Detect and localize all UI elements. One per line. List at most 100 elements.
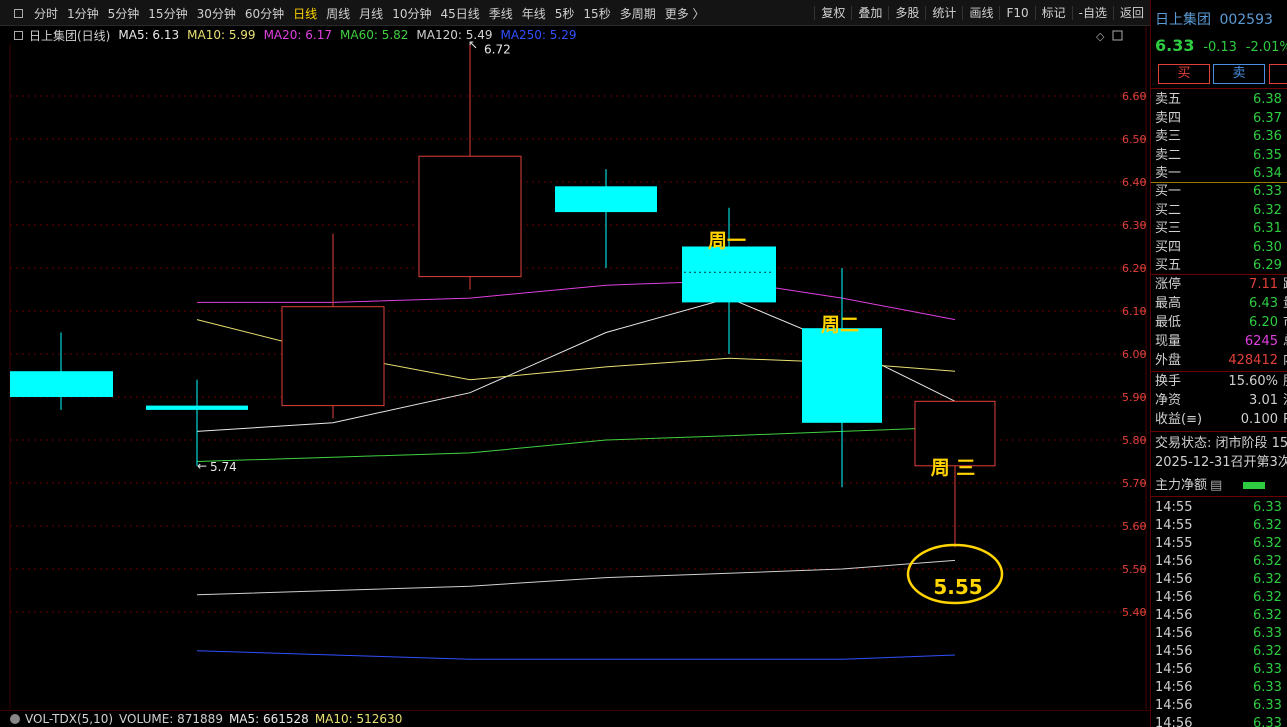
candle[interactable] — [555, 169, 657, 268]
stat-extra-label: 流 — [1283, 392, 1287, 410]
tick-time: 14:56 — [1155, 608, 1193, 623]
period-tab[interactable]: 多周期 — [620, 5, 656, 22]
period-tab[interactable]: 1分钟 — [67, 5, 99, 22]
ask-row[interactable]: 卖三 6.36 — [1155, 128, 1285, 146]
bid-label: 买四 — [1155, 239, 1182, 255]
candle[interactable] — [802, 268, 882, 488]
period-tab[interactable]: 季线 — [489, 5, 513, 22]
buy-button[interactable]: 买 — [1158, 64, 1210, 84]
stat-extra-label: 量 — [1283, 295, 1287, 313]
period-tab[interactable]: 月线 — [359, 5, 383, 22]
y-tick-label: 5.80 — [1122, 434, 1147, 447]
y-tick-label: 5.40 — [1122, 606, 1147, 619]
divider — [1151, 88, 1287, 89]
candle[interactable] — [146, 379, 248, 466]
ask-label: 卖二 — [1155, 147, 1182, 163]
ma-label: MA20: 6.17 — [263, 28, 332, 42]
tick-row: 14:56 6.32 — [1155, 643, 1285, 661]
period-tab[interactable]: 15分钟 — [148, 5, 187, 22]
tool-button[interactable]: 标记 — [1034, 6, 1072, 20]
bid-row[interactable]: 买一 6.33 — [1155, 183, 1285, 201]
stat-label: 外盘 — [1155, 353, 1182, 368]
tool-button[interactable]: 统计 — [925, 6, 962, 20]
period-tab[interactable]: 10分钟 — [392, 5, 431, 22]
candle-body — [802, 328, 882, 423]
y-tick-label: 6.40 — [1122, 176, 1147, 189]
period-tab[interactable]: 15秒 — [583, 5, 610, 22]
main-flow-label: 主力净额 — [1155, 478, 1208, 493]
kline-chart[interactable]: ◇6.606.506.406.306.206.106.005.905.805.7… — [0, 26, 1150, 710]
bid-price: 6.32 — [1253, 202, 1282, 218]
stat-extra-label: 股 — [1283, 373, 1287, 391]
period-tab[interactable]: 30分钟 — [197, 5, 236, 22]
maximize-icon[interactable] — [1112, 30, 1123, 41]
price-change: -0.13 — [1203, 40, 1237, 55]
y-tick-label: 6.30 — [1122, 219, 1147, 232]
bid-price: 6.33 — [1253, 184, 1282, 199]
bid-row[interactable]: 买五 6.29 — [1155, 257, 1285, 275]
volume-indicator-name[interactable]: VOL-TDX(5,10) — [25, 712, 113, 726]
stat-extra-label: 内 — [1283, 352, 1287, 370]
period-tab[interactable]: 日线 — [293, 5, 317, 22]
stat-row: 最高 6.43 量 — [1155, 295, 1287, 313]
divider — [1151, 274, 1287, 275]
tick-time: 14:55 — [1155, 536, 1193, 551]
period-tab[interactable]: 5秒 — [555, 5, 575, 22]
sell-button[interactable]: 卖 — [1213, 64, 1265, 84]
stat-value: 15.60% — [1228, 374, 1278, 389]
tick-price: 6.33 — [1253, 500, 1282, 515]
menu-icon[interactable]: ▤ — [1210, 478, 1222, 493]
tick-time: 14:56 — [1155, 680, 1193, 695]
ma-label: MA10: 5.99 — [187, 28, 256, 42]
ask-row[interactable]: 卖四 6.37 — [1155, 110, 1285, 128]
ask-row[interactable]: 卖二 6.35 — [1155, 147, 1285, 165]
tick-price: 6.32 — [1253, 590, 1282, 605]
indicator-menu-icon[interactable] — [10, 714, 20, 724]
period-tab[interactable]: 年线 — [522, 5, 546, 22]
period-tab[interactable]: 更多 〉 — [665, 5, 705, 22]
main-flow-row[interactable]: 主力净额 ▤ — [1155, 477, 1285, 495]
period-tab[interactable]: 60分钟 — [245, 5, 284, 22]
tick-row: 14:55 6.32 — [1155, 535, 1285, 553]
tool-button[interactable]: 复权 — [814, 6, 851, 20]
stat-label: 涨停 — [1155, 277, 1182, 292]
tick-row: 14:56 6.33 — [1155, 625, 1285, 643]
ask-row[interactable]: 卖一 6.34 — [1155, 165, 1285, 183]
last-price: 6.33 — [1155, 36, 1195, 55]
ask-row[interactable]: 卖五 6.38 — [1155, 91, 1285, 109]
bid-row[interactable]: 买三 6.31 — [1155, 220, 1285, 238]
candle[interactable] — [10, 332, 113, 410]
ask-label: 卖一 — [1155, 166, 1182, 181]
candle[interactable] — [418, 44, 522, 290]
period-tab[interactable]: 45日线 — [440, 5, 479, 22]
circle-price-label: 5.55 — [933, 575, 982, 599]
tool-button[interactable]: 返回 — [1112, 6, 1150, 20]
chart-menu-icon[interactable] — [14, 30, 23, 40]
period-tab[interactable]: 分时 — [34, 5, 58, 22]
tick-row: 14:55 6.33 — [1155, 499, 1285, 517]
tool-button[interactable]: -自选 — [1071, 6, 1113, 20]
bid-row[interactable]: 买四 6.30 — [1155, 239, 1285, 257]
bid-price: 6.29 — [1253, 258, 1282, 273]
kline-chart-panel[interactable]: ◇ 6.60 6.50 6.40 6.30 6.20 6.10 6.00 5.90 5.80 5.7… — [0, 26, 1150, 710]
period-tab[interactable]: 周线 — [326, 5, 350, 22]
ma-line-ma120 — [196, 559, 956, 596]
stat-value: 6245 — [1244, 334, 1278, 349]
divider — [1151, 431, 1287, 432]
ask-price: 6.35 — [1253, 147, 1282, 163]
tool-button[interactable]: 多股 — [888, 6, 925, 20]
candle[interactable] — [281, 233, 385, 419]
more-trade-button[interactable] — [1269, 64, 1287, 84]
tool-button[interactable]: 画线 — [962, 6, 999, 20]
tool-button[interactable]: 叠加 — [851, 6, 888, 20]
period-toolbar: 分时 1分钟 5分钟 15分钟 30分钟 60分钟 日线 周线 月线 10分钟 45日线 季线 年线 5秒… — [0, 0, 1150, 26]
tool-button[interactable]: F10 — [999, 6, 1034, 20]
stat-row: 涨停 7.11 跌 — [1155, 276, 1287, 294]
y-tick-label: 6.10 — [1122, 305, 1147, 318]
price-change-pct: -2.01% — [1245, 40, 1287, 55]
y-tick-label: 5.60 — [1122, 520, 1147, 533]
stat-value: 428412 — [1228, 353, 1278, 368]
panel-toggle-icon[interactable] — [14, 9, 23, 18]
period-tab[interactable]: 5分钟 — [108, 5, 140, 22]
bid-row[interactable]: 买二 6.32 — [1155, 202, 1285, 220]
